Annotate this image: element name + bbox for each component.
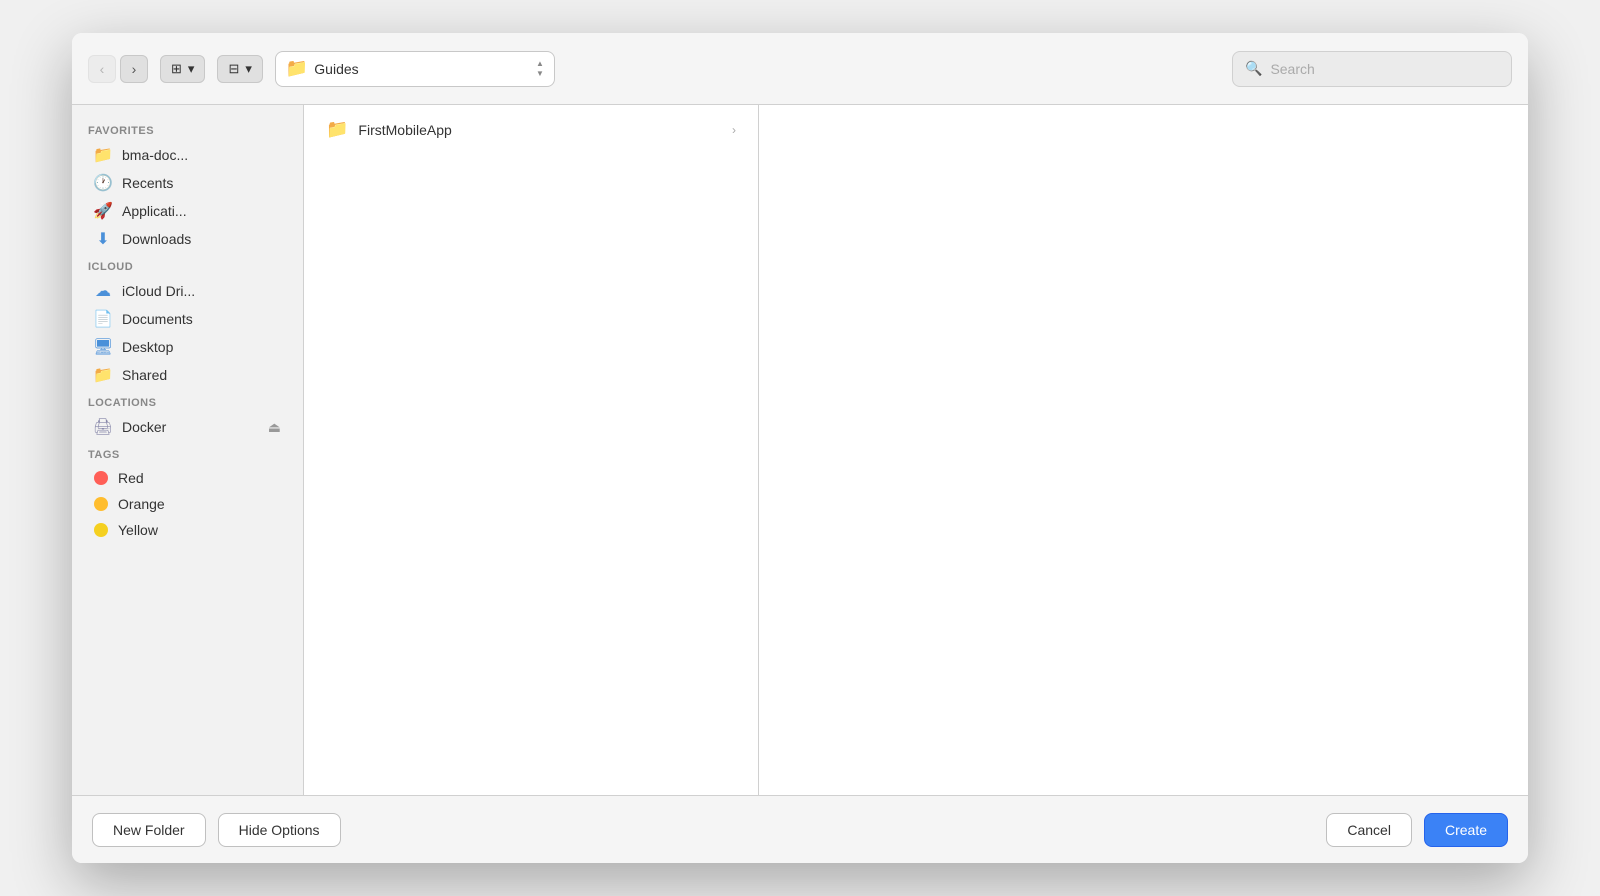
chevron-right-icon: › xyxy=(732,123,736,137)
sidebar-item-bma-doc[interactable]: 📁 bma-doc... xyxy=(78,141,297,169)
sidebar-item-downloads[interactable]: ⬇ Downloads xyxy=(78,225,297,253)
tags-section-label: Tags xyxy=(72,441,303,465)
search-bar: 🔍 xyxy=(1232,51,1512,87)
path-label: Guides xyxy=(314,61,530,77)
bma-doc-icon: 📁 xyxy=(94,146,112,164)
sidebar-item-label-applications: Applicati... xyxy=(122,203,187,219)
forward-icon: › xyxy=(132,61,137,77)
sidebar-item-label-bma-doc: bma-doc... xyxy=(122,147,188,163)
back-icon: ‹ xyxy=(100,61,105,77)
icloud-section-label: iCloud xyxy=(72,253,303,277)
bottom-bar: New Folder Hide Options Cancel Create xyxy=(72,795,1528,863)
create-button[interactable]: Create xyxy=(1424,813,1508,847)
search-input[interactable] xyxy=(1270,61,1499,77)
detail-pane xyxy=(759,105,1528,795)
sidebar-item-label-downloads: Downloads xyxy=(122,231,191,247)
file-column-1: 📁 FirstMobileApp › xyxy=(304,105,759,795)
sidebar-item-label-documents: Documents xyxy=(122,311,193,327)
path-stepper: ▲ ▼ xyxy=(536,59,544,78)
docker-icon: 🖨 xyxy=(94,418,112,436)
grid-icon: ⊟ xyxy=(228,61,239,77)
favorites-section-label: Favorites xyxy=(72,117,303,141)
tag-orange-label: Orange xyxy=(118,496,165,512)
toolbar: ‹ › ⊞ ▾ ⊟ ▾ 📁 Guides ▲ ▼ 🔍 xyxy=(72,33,1528,105)
sidebar-item-recents[interactable]: 🕐 Recents xyxy=(78,169,297,197)
downloads-icon: ⬇ xyxy=(94,230,112,248)
sidebar-item-label-desktop: Desktop xyxy=(122,339,173,355)
view-columns-button[interactable]: ⊞ ▾ xyxy=(160,55,205,83)
cancel-button[interactable]: Cancel xyxy=(1326,813,1412,847)
tag-orange-dot xyxy=(94,497,108,511)
tag-red-dot xyxy=(94,471,108,485)
locations-section-label: Locations xyxy=(72,389,303,413)
tag-yellow-dot xyxy=(94,523,108,537)
sidebar-item-tag-yellow[interactable]: Yellow xyxy=(78,517,297,543)
sidebar: Favorites 📁 bma-doc... 🕐 Recents 🚀 Appli… xyxy=(72,105,304,795)
columns-icon: ⊞ xyxy=(171,61,182,77)
columns-dropdown-icon: ▾ xyxy=(188,61,195,77)
folder-icon: 📁 xyxy=(326,119,348,140)
main-content: Favorites 📁 bma-doc... 🕐 Recents 🚀 Appli… xyxy=(72,105,1528,795)
file-area: 📁 FirstMobileApp › xyxy=(304,105,1528,795)
file-name: FirstMobileApp xyxy=(358,122,722,138)
sidebar-item-docker[interactable]: 🖨 Docker ⏏ xyxy=(78,413,297,441)
new-folder-button[interactable]: New Folder xyxy=(92,813,206,847)
finder-window: ‹ › ⊞ ▾ ⊟ ▾ 📁 Guides ▲ ▼ 🔍 xyxy=(72,33,1528,863)
sidebar-item-label-docker: Docker xyxy=(122,419,166,435)
back-button[interactable]: ‹ xyxy=(88,55,116,83)
sidebar-item-label-icloud-drive: iCloud Dri... xyxy=(122,283,195,299)
grid-dropdown-icon: ▾ xyxy=(245,61,252,77)
sidebar-item-icloud-drive[interactable]: ☁ iCloud Dri... xyxy=(78,277,297,305)
sidebar-item-applications[interactable]: 🚀 Applicati... xyxy=(78,197,297,225)
recents-icon: 🕐 xyxy=(94,174,112,192)
tag-yellow-label: Yellow xyxy=(118,522,158,538)
sidebar-item-tag-red[interactable]: Red xyxy=(78,465,297,491)
desktop-icon: 🖥 xyxy=(94,338,112,356)
search-icon: 🔍 xyxy=(1245,60,1262,77)
sidebar-item-shared[interactable]: 📁 Shared xyxy=(78,361,297,389)
sidebar-item-label-recents: Recents xyxy=(122,175,173,191)
path-folder-icon: 📁 xyxy=(286,58,308,79)
sidebar-item-documents[interactable]: 📄 Documents xyxy=(78,305,297,333)
applications-icon: 🚀 xyxy=(94,202,112,220)
documents-icon: 📄 xyxy=(94,310,112,328)
table-row[interactable]: 📁 FirstMobileApp › xyxy=(310,113,752,146)
eject-icon[interactable]: ⏏ xyxy=(268,419,281,436)
view-grid-button[interactable]: ⊟ ▾ xyxy=(217,55,262,83)
icloud-drive-icon: ☁ xyxy=(94,282,112,300)
forward-button[interactable]: › xyxy=(120,55,148,83)
path-bar[interactable]: 📁 Guides ▲ ▼ xyxy=(275,51,555,87)
tag-red-label: Red xyxy=(118,470,144,486)
sidebar-item-desktop[interactable]: 🖥 Desktop xyxy=(78,333,297,361)
hide-options-button[interactable]: Hide Options xyxy=(218,813,341,847)
shared-icon: 📁 xyxy=(94,366,112,384)
nav-buttons: ‹ › xyxy=(88,55,148,83)
sidebar-item-label-shared: Shared xyxy=(122,367,167,383)
sidebar-item-tag-orange[interactable]: Orange xyxy=(78,491,297,517)
